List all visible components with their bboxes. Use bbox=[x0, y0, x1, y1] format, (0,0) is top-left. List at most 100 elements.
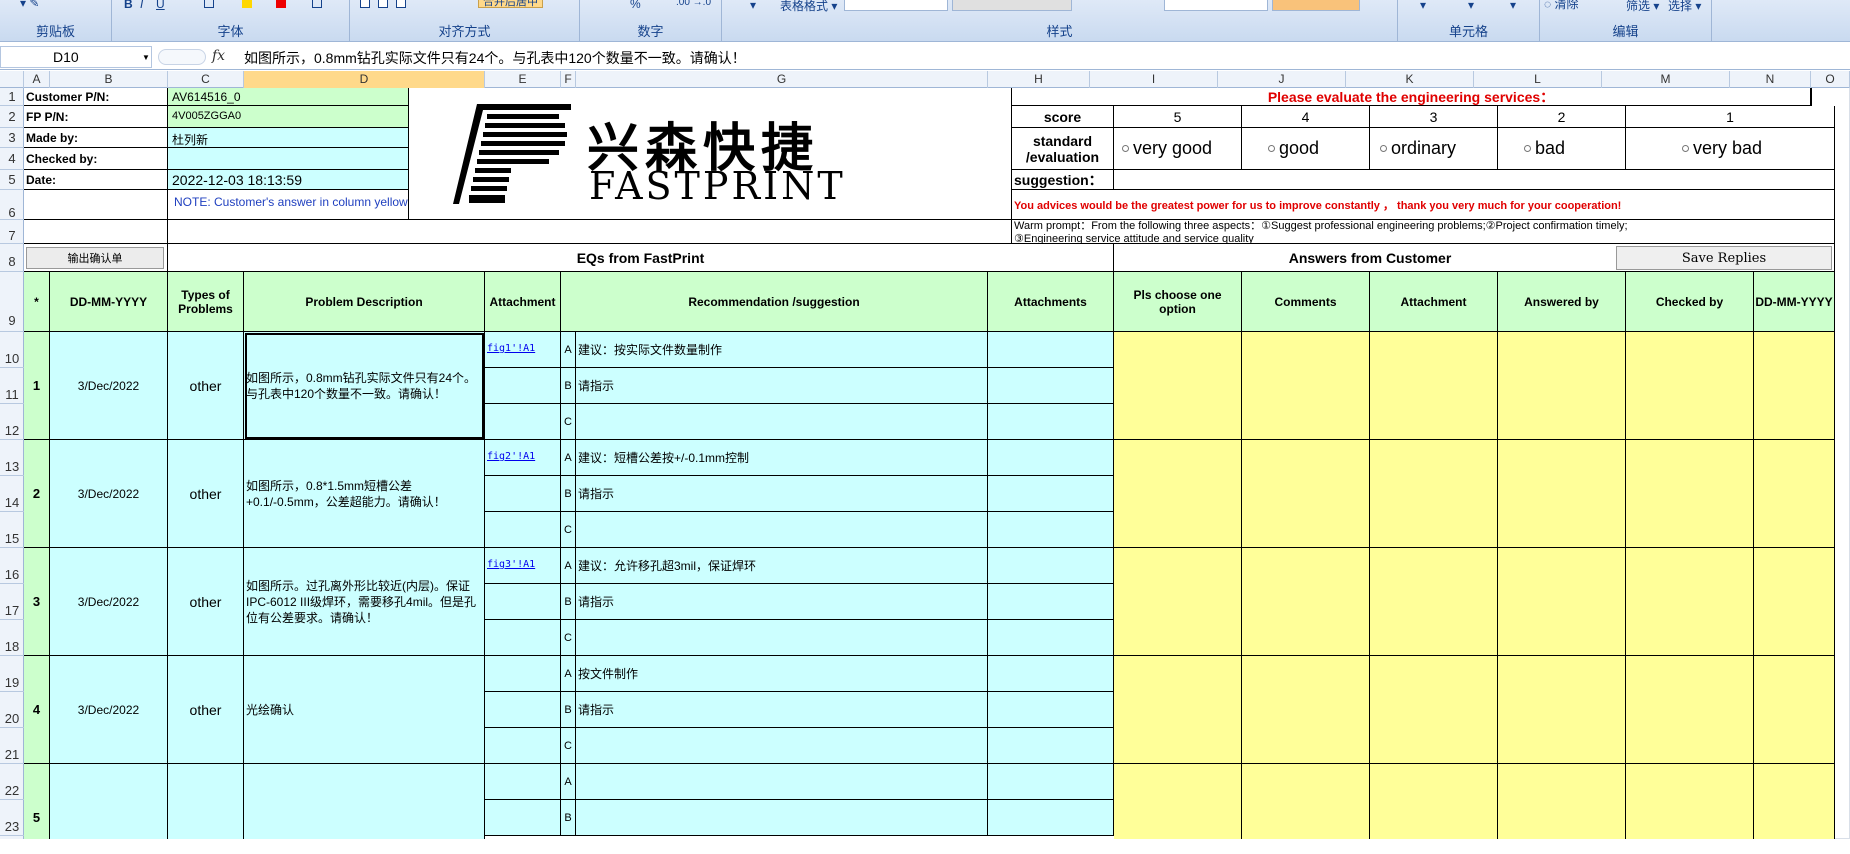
answer-comments-cell[interactable] bbox=[1242, 656, 1370, 764]
cell-style-good[interactable] bbox=[1164, 0, 1268, 11]
answer-answered-by-cell[interactable] bbox=[1498, 764, 1626, 839]
name-box[interactable]: D10 bbox=[0, 46, 152, 68]
date-value[interactable]: 2022-12-03 18:13:59 bbox=[168, 170, 409, 190]
column-header-h[interactable]: H bbox=[988, 71, 1090, 88]
column-header-f[interactable]: F bbox=[561, 71, 576, 88]
eq-attachment-cell[interactable]: fig3'!A1 bbox=[485, 548, 561, 584]
blank-cell[interactable] bbox=[24, 190, 168, 220]
option-very-bad[interactable]: very bad bbox=[1626, 128, 1835, 170]
column-header-o[interactable]: O bbox=[1811, 71, 1850, 88]
name-box-dropdown-icon[interactable]: ▼ bbox=[142, 53, 150, 62]
column-header-d[interactable]: D bbox=[244, 71, 485, 88]
insert-function-icon[interactable]: fx bbox=[212, 48, 225, 64]
eq-attachments-cell[interactable] bbox=[988, 404, 1114, 440]
row-header[interactable]: 4 bbox=[0, 148, 24, 170]
customer-pn-value[interactable]: AV614516_0 bbox=[168, 88, 409, 106]
attachment-link[interactable]: fig3'!A1 bbox=[487, 559, 535, 570]
answer-choose-cell[interactable] bbox=[1114, 440, 1242, 548]
option-recommendation[interactable]: 请指示 bbox=[576, 692, 988, 728]
eq-type[interactable]: other bbox=[168, 440, 244, 548]
suggestion-input[interactable] bbox=[1114, 170, 1835, 190]
answer-comments-cell[interactable] bbox=[1242, 764, 1370, 839]
option-recommendation[interactable] bbox=[576, 512, 988, 548]
row-header[interactable]: 15 bbox=[0, 512, 24, 548]
row-header[interactable]: 5 bbox=[0, 170, 24, 190]
answer-choose-cell[interactable] bbox=[1114, 332, 1242, 440]
insert-dropdown-icon[interactable]: ▾ bbox=[1420, 0, 1426, 12]
column-header-b[interactable]: B bbox=[50, 71, 168, 88]
option-recommendation[interactable]: 请指示 bbox=[576, 584, 988, 620]
eq-attachment-cell[interactable] bbox=[485, 656, 561, 692]
delete-dropdown-icon[interactable]: ▾ bbox=[1468, 0, 1474, 12]
eq-attachments-cell[interactable] bbox=[988, 440, 1114, 476]
answer-answered-by-cell[interactable] bbox=[1498, 440, 1626, 548]
format-dropdown-icon[interactable]: ▾ bbox=[1510, 0, 1516, 12]
column-header-a[interactable]: A bbox=[24, 71, 50, 88]
align-right-icon[interactable] bbox=[396, 0, 406, 8]
answer-date-cell[interactable] bbox=[1754, 764, 1835, 839]
eq-attachment-cell[interactable] bbox=[485, 368, 561, 404]
row-header[interactable]: 20 bbox=[0, 692, 24, 728]
answer-checked-by-cell[interactable] bbox=[1626, 440, 1754, 548]
row-header[interactable]: 17 bbox=[0, 584, 24, 620]
fp-pn-value[interactable]: 4V005ZGGA0 bbox=[168, 106, 409, 128]
answer-date-cell[interactable] bbox=[1754, 440, 1835, 548]
eq-attachment-cell[interactable] bbox=[485, 584, 561, 620]
column-header-g[interactable]: G bbox=[576, 71, 988, 88]
made-by-value[interactable]: 杜列新 bbox=[168, 128, 409, 148]
align-center-icon[interactable] bbox=[378, 0, 388, 8]
option-recommendation[interactable]: 请指示 bbox=[576, 368, 988, 404]
eq-problem-description[interactable] bbox=[244, 764, 485, 839]
find-select-button[interactable]: 选择 ▾ bbox=[1668, 0, 1701, 14]
formula-input[interactable]: 如图所示，0.8mm钻孔实际文件只有24个。与孔表中120个数量不一致。请确认！ bbox=[244, 48, 746, 68]
eq-problem-description[interactable]: 如图所示，0.8*1.5mm短槽公差+0.1/-0.5mm，公差超能力。请确认！ bbox=[244, 440, 485, 548]
row-header[interactable]: 9 bbox=[0, 272, 24, 332]
font-color-icon[interactable] bbox=[276, 0, 286, 8]
eq-attachments-cell[interactable] bbox=[988, 764, 1114, 800]
row-header[interactable]: 13 bbox=[0, 440, 24, 476]
column-header-j[interactable]: J bbox=[1218, 71, 1346, 88]
eq-date[interactable]: 3/Dec/2022 bbox=[50, 656, 168, 764]
eq-problem-description[interactable]: 如图所示，0.8mm钻孔实际文件只有24个。与孔表中120个数量不一致。请确认！ bbox=[244, 332, 485, 440]
eq-attachments-cell[interactable] bbox=[988, 512, 1114, 548]
row-header[interactable]: 6 bbox=[0, 190, 24, 220]
row-header[interactable]: 18 bbox=[0, 620, 24, 656]
answer-choose-cell[interactable] bbox=[1114, 656, 1242, 764]
eq-type[interactable]: other bbox=[168, 548, 244, 656]
checked-by-value[interactable] bbox=[168, 148, 409, 170]
answer-comments-cell[interactable] bbox=[1242, 440, 1370, 548]
percent-icon[interactable]: % bbox=[630, 0, 641, 11]
attachment-link[interactable]: fig2'!A1 bbox=[487, 451, 535, 462]
italic-icon[interactable]: I bbox=[140, 0, 143, 11]
row-header[interactable]: 7 bbox=[0, 220, 24, 244]
eq-problem-description[interactable]: 如图所示。过孔离外形比较近(内层)。保证IPC-6012 III级焊环，需要移孔… bbox=[244, 548, 485, 656]
answer-checked-by-cell[interactable] bbox=[1626, 548, 1754, 656]
row-header[interactable]: 11 bbox=[0, 368, 24, 404]
option-recommendation[interactable] bbox=[576, 620, 988, 656]
row-header[interactable]: 14 bbox=[0, 476, 24, 512]
align-left-icon[interactable] bbox=[360, 0, 370, 8]
answer-date-cell[interactable] bbox=[1754, 332, 1835, 440]
answer-attachment-cell[interactable] bbox=[1370, 332, 1498, 440]
answer-date-cell[interactable] bbox=[1754, 548, 1835, 656]
underline-icon[interactable]: U bbox=[156, 0, 165, 11]
column-header-m[interactable]: M bbox=[1602, 71, 1730, 88]
row-header[interactable]: 8 bbox=[0, 244, 24, 272]
eq-problem-description[interactable]: 光绘确认 bbox=[244, 656, 485, 764]
eq-attachments-cell[interactable] bbox=[988, 800, 1114, 836]
eq-type[interactable] bbox=[168, 764, 244, 839]
column-header-l[interactable]: L bbox=[1474, 71, 1602, 88]
option-recommendation[interactable]: 按文件制作 bbox=[576, 656, 988, 692]
answer-checked-by-cell[interactable] bbox=[1626, 764, 1754, 839]
answer-comments-cell[interactable] bbox=[1242, 548, 1370, 656]
column-header-e[interactable]: E bbox=[485, 71, 561, 88]
eq-attachment-cell[interactable]: fig2'!A1 bbox=[485, 440, 561, 476]
answer-answered-by-cell[interactable] bbox=[1498, 656, 1626, 764]
save-replies-button[interactable]: Save Replies bbox=[1616, 246, 1832, 270]
column-header-k[interactable]: K bbox=[1346, 71, 1474, 88]
eq-type[interactable]: other bbox=[168, 656, 244, 764]
eq-attachment-cell[interactable] bbox=[485, 512, 561, 548]
eq-attachments-cell[interactable] bbox=[988, 476, 1114, 512]
eq-attachments-cell[interactable] bbox=[988, 656, 1114, 692]
answer-checked-by-cell[interactable] bbox=[1626, 656, 1754, 764]
